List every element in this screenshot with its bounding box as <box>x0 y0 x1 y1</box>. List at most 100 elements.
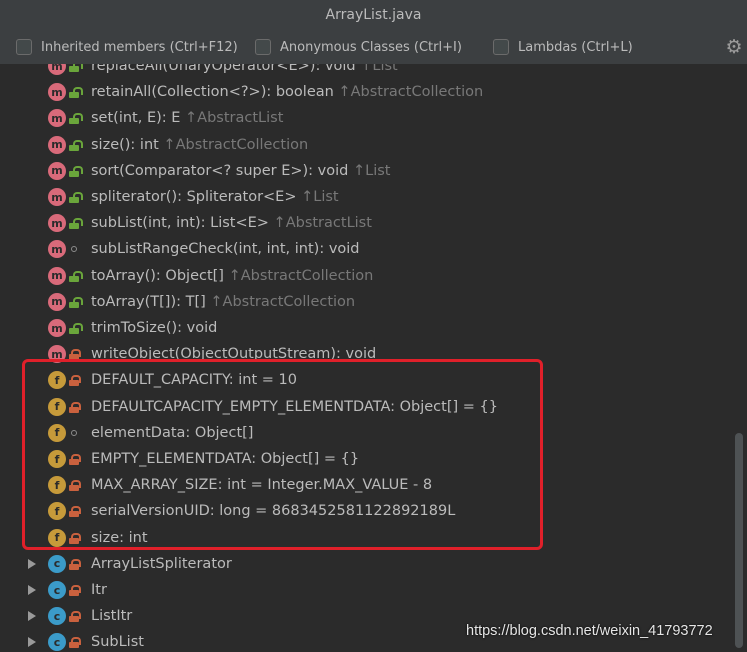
member-signature: EMPTY_ELEMENTDATA: Object[] = {} <box>91 451 360 467</box>
private-lock-icon <box>69 349 81 361</box>
anonymous-classes-option[interactable]: Anonymous Classes (Ctrl+I) <box>255 39 462 55</box>
tree-class-node[interactable]: c ArrayListSpliterator <box>0 551 747 577</box>
member-signature: size: int <box>91 529 148 546</box>
tree-method-item[interactable]: m toArray(T[]): T[] ↑AbstractCollection <box>0 289 747 315</box>
public-unlock-icon <box>69 323 83 334</box>
inherited-from-label: ↑List <box>296 189 339 205</box>
tree-field-item[interactable]: f DEFAULT_CAPACITY: int = 10 <box>0 367 747 393</box>
gear-icon[interactable]: ⚙ <box>724 37 744 57</box>
member-signature: set(int, E): E <box>91 110 181 127</box>
method-icon: m <box>48 292 66 311</box>
member-signature: ArrayListSpliterator <box>91 555 232 572</box>
member-signature: subListRangeCheck(int, int, int): void <box>91 241 360 258</box>
public-unlock-icon <box>69 270 83 282</box>
package-private-icon <box>69 244 80 255</box>
tree-method-item[interactable]: m subList(int, int): List<E> ↑AbstractLis… <box>0 210 747 236</box>
lambdas-checkbox[interactable] <box>493 39 509 55</box>
tree-method-item[interactable]: m replaceAll(UnaryOperator<E>): void ↑Lis… <box>0 64 747 79</box>
watermark-text: https://blog.csdn.net/weixin_41793772 <box>466 623 713 639</box>
tree-method-item[interactable]: m spliterator(): Spliterator<E> ↑List <box>0 184 747 210</box>
anonymous-classes-checkbox[interactable] <box>255 39 271 55</box>
expand-arrow-icon[interactable] <box>28 558 36 569</box>
private-lock-icon <box>69 611 81 623</box>
method-icon: m <box>48 240 66 259</box>
private-lock-icon <box>69 480 81 492</box>
class-icon: c <box>48 581 66 599</box>
public-unlock-icon <box>69 218 83 230</box>
method-icon: m <box>48 109 66 128</box>
private-lock-icon <box>69 375 81 387</box>
tree-field-item[interactable]: f EMPTY_ELEMENTDATA: Object[] = {} <box>0 446 747 472</box>
field-icon: f <box>48 423 66 442</box>
method-icon: m <box>48 161 66 180</box>
field-icon: f <box>48 476 66 495</box>
member-signature: subList(int, int): List<E> <box>91 215 269 232</box>
public-unlock-icon <box>69 296 83 308</box>
inherited-members-label: Inherited members (Ctrl+F12) <box>41 39 238 55</box>
public-unlock-icon <box>69 64 83 72</box>
window-title-bar: ArrayList.java <box>0 0 747 30</box>
tree-field-item[interactable]: f elementData: Object[] <box>0 420 747 446</box>
public-unlock-icon <box>69 87 83 99</box>
private-lock-icon <box>69 585 81 596</box>
method-icon: m <box>48 266 66 285</box>
member-signature: elementData: Object[] <box>91 424 254 441</box>
method-icon: m <box>48 319 66 337</box>
member-signature: toArray(): Object[] <box>91 267 224 284</box>
tree-field-item[interactable]: f size: int <box>0 525 747 551</box>
tree-method-item[interactable]: m toArray(): Object[] ↑AbstractCollection <box>0 263 747 289</box>
class-icon: c <box>48 633 66 652</box>
public-unlock-icon <box>69 192 83 203</box>
inherited-members-checkbox[interactable] <box>16 39 32 55</box>
inherited-from-label: ↑AbstractList <box>180 110 284 127</box>
private-lock-icon <box>69 558 81 570</box>
structure-tree[interactable]: m replaceAll(UnaryOperator<E>): void ↑Lis… <box>0 64 747 652</box>
method-icon: m <box>48 188 66 206</box>
member-signature: sort(Comparator<? super E>): void <box>91 162 349 179</box>
expand-arrow-icon[interactable] <box>28 611 36 622</box>
member-signature: retainAll(Collection<?>): boolean <box>91 84 334 101</box>
member-signature: serialVersionUID: long = 868345258112289… <box>91 503 456 520</box>
member-signature: replaceAll(UnaryOperator<E>): void <box>91 64 356 74</box>
public-unlock-icon <box>69 139 83 151</box>
private-lock-icon <box>69 454 81 465</box>
package-private-icon <box>69 428 80 439</box>
member-signature: Itr <box>91 582 107 598</box>
inherited-members-option[interactable]: Inherited members (Ctrl+F12) <box>16 39 238 55</box>
field-icon: f <box>48 450 66 468</box>
tree-method-item[interactable]: m subListRangeCheck(int, int, int): void <box>0 236 747 262</box>
anonymous-classes-label: Anonymous Classes (Ctrl+I) <box>280 39 462 55</box>
tree-field-item[interactable]: f MAX_ARRAY_SIZE: int = Integer.MAX_VALUE… <box>0 472 747 498</box>
member-signature: size(): int <box>91 136 159 153</box>
expand-arrow-icon[interactable] <box>28 637 36 648</box>
inherited-from-label: ↑AbstractCollection <box>158 136 309 153</box>
member-signature: SubList <box>91 634 144 651</box>
class-icon: c <box>48 607 66 626</box>
private-lock-icon <box>69 506 81 518</box>
public-unlock-icon <box>69 113 83 125</box>
tree-method-item[interactable]: m size(): int ↑AbstractCollection <box>0 132 747 158</box>
tree-method-item[interactable]: m set(int, E): E ↑AbstractList <box>0 105 747 131</box>
class-icon: c <box>48 554 66 573</box>
tree-method-item[interactable]: m sort(Comparator<? super E>): void ↑List <box>0 158 747 184</box>
member-signature: DEFAULT_CAPACITY: int = 10 <box>91 372 297 389</box>
tree-field-item[interactable]: f DEFAULTCAPACITY_EMPTY_ELEMENTDATA: Obje… <box>0 394 747 420</box>
expand-arrow-icon[interactable] <box>28 585 36 595</box>
method-icon: m <box>48 64 66 75</box>
tree-method-item[interactable]: m writeObject(ObjectOutputStream): void <box>0 341 747 367</box>
private-lock-icon <box>69 532 81 544</box>
inherited-from-label: ↑AbstractList <box>268 215 372 232</box>
tree-field-item[interactable]: f serialVersionUID: long = 86834525811228… <box>0 498 747 524</box>
lambdas-option[interactable]: Lambdas (Ctrl+L) <box>493 39 633 55</box>
method-icon: m <box>48 345 66 364</box>
tree-class-node[interactable]: c Itr <box>0 577 747 603</box>
tree-method-item[interactable]: m retainAll(Collection<?>): boolean ↑Abst… <box>0 79 747 105</box>
field-icon: f <box>48 528 66 547</box>
tree-method-item[interactable]: m trimToSize(): void <box>0 315 747 341</box>
member-signature: toArray(T[]): T[] <box>91 293 206 310</box>
method-icon: m <box>48 135 66 154</box>
method-icon: m <box>48 83 66 102</box>
member-signature: MAX_ARRAY_SIZE: int = Integer.MAX_VALUE … <box>91 477 433 494</box>
vertical-scrollbar[interactable] <box>735 433 743 648</box>
member-signature: spliterator(): Spliterator<E> <box>91 189 297 205</box>
